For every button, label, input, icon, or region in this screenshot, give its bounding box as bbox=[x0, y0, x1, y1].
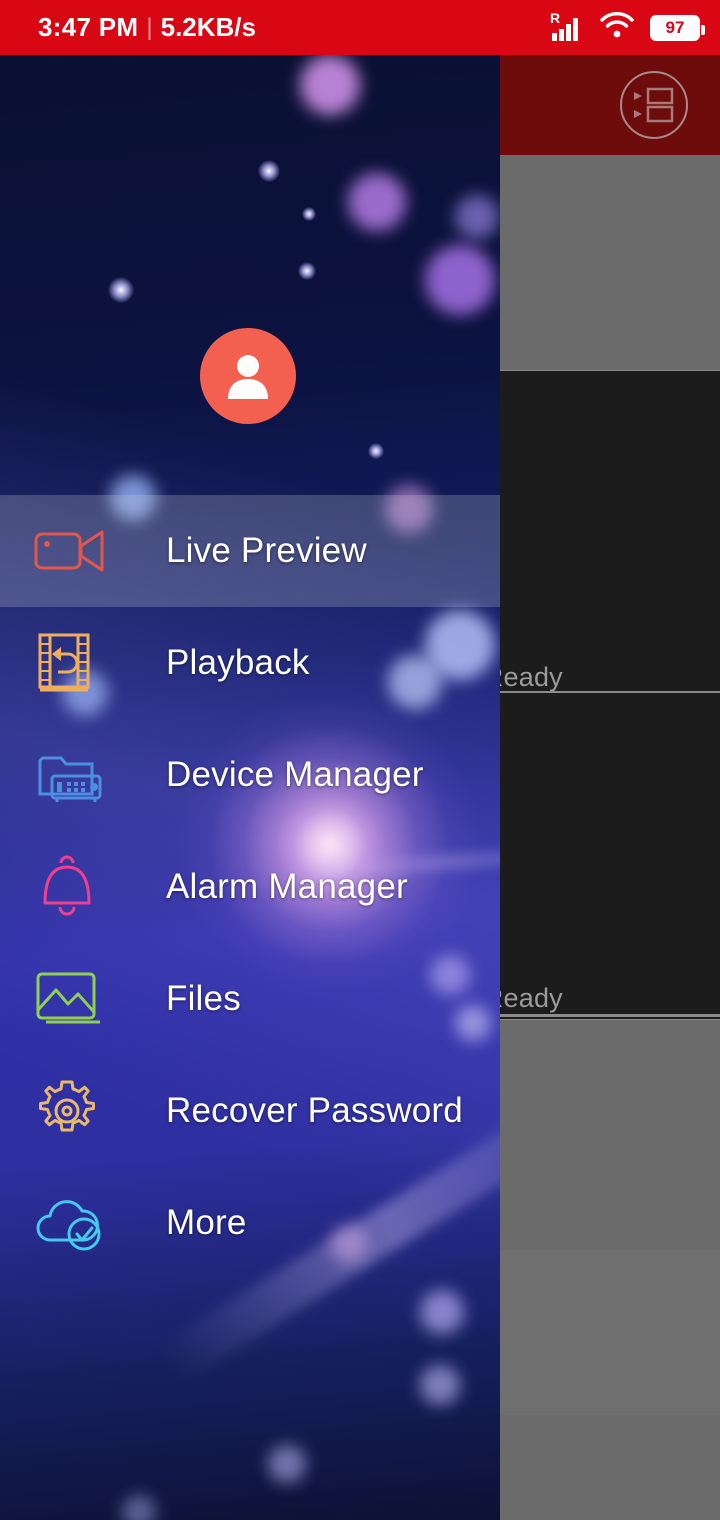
menu-item-recover-password[interactable]: Recover Password bbox=[0, 1055, 500, 1167]
star bbox=[298, 445, 338, 485]
bell-icon bbox=[34, 855, 110, 919]
video-camera-icon bbox=[34, 526, 110, 576]
star bbox=[302, 207, 316, 221]
menu-item-label: Alarm Manager bbox=[166, 867, 408, 906]
gear-icon bbox=[34, 1078, 110, 1144]
star-glow bbox=[268, 1445, 306, 1483]
menu-item-label: Files bbox=[166, 979, 241, 1018]
star-glow bbox=[122, 1495, 156, 1520]
image-gallery-icon bbox=[34, 970, 110, 1028]
star bbox=[108, 277, 134, 303]
menu-item-live-preview[interactable]: Live Preview bbox=[0, 495, 500, 607]
star-glow bbox=[348, 173, 406, 231]
star-glow bbox=[425, 245, 495, 315]
battery-icon: 97 bbox=[650, 14, 705, 41]
menu-item-playback[interactable]: Playback bbox=[0, 607, 500, 719]
folder-dvr-icon bbox=[34, 746, 110, 804]
menu-item-label: Device Manager bbox=[166, 755, 424, 794]
menu-item-label: Live Preview bbox=[166, 531, 367, 570]
star bbox=[298, 262, 316, 280]
menu-item-more[interactable]: More bbox=[0, 1167, 500, 1279]
star bbox=[368, 443, 384, 459]
navigation-drawer[interactable]: Live Preview Playback Device Manager Ala… bbox=[0, 55, 500, 1520]
star-glow bbox=[455, 195, 499, 239]
star bbox=[258, 160, 280, 182]
status-separator: | bbox=[146, 13, 153, 41]
wifi-icon bbox=[598, 10, 636, 45]
battery-level: 97 bbox=[652, 16, 698, 39]
film-rewind-icon bbox=[34, 632, 110, 694]
avatar[interactable] bbox=[200, 328, 296, 424]
status-clock: 3:47 PM bbox=[38, 12, 139, 42]
status-network-speed: 5.2KB/s bbox=[160, 12, 256, 42]
person-avatar-icon bbox=[228, 355, 268, 399]
star-glow bbox=[420, 1290, 464, 1334]
menu-item-label: Recover Password bbox=[166, 1091, 463, 1130]
drawer-menu: Live Preview Playback Device Manager Ala… bbox=[0, 495, 500, 1279]
menu-item-device-manager[interactable]: Device Manager bbox=[0, 719, 500, 831]
menu-item-label: More bbox=[166, 1203, 247, 1242]
star-glow bbox=[420, 1365, 460, 1405]
menu-item-label: Playback bbox=[166, 643, 310, 682]
cellular-signal-icon: R bbox=[550, 10, 584, 42]
status-bar: 3:47 PM | 5.2KB/s R 97 bbox=[0, 0, 720, 55]
star-glow bbox=[300, 55, 360, 115]
playlist-layout-icon[interactable] bbox=[620, 71, 688, 139]
menu-item-files[interactable]: Files bbox=[0, 943, 500, 1055]
cloud-check-icon bbox=[34, 1194, 110, 1252]
menu-item-alarm-manager[interactable]: Alarm Manager bbox=[0, 831, 500, 943]
